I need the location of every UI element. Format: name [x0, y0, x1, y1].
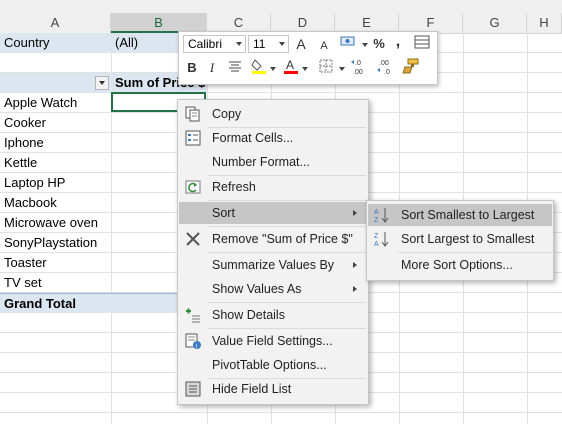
row-labels-filter-button[interactable]: [95, 76, 109, 90]
menu-item-pivottable-options[interactable]: PivotTable Options...: [179, 354, 367, 376]
column-header-a[interactable]: A: [0, 13, 111, 33]
sort-ascending-icon: AZ: [374, 207, 390, 224]
show-details-icon: [185, 307, 201, 323]
menu-item-sort[interactable]: Sort: [179, 202, 367, 224]
italic-icon[interactable]: I: [206, 59, 218, 77]
column-header-bar: A B C D E F G H: [0, 0, 562, 34]
column-header-h[interactable]: H: [527, 13, 562, 33]
submenu-item-label: Sort Largest to Smallest: [401, 232, 535, 246]
align-center-icon[interactable]: [227, 59, 243, 77]
comma-style-icon[interactable]: ,: [393, 33, 403, 51]
value-field-settings-icon: i: [185, 333, 201, 350]
menu-item-sort-largest-to-smallest[interactable]: ZA Sort Largest to Smallest: [368, 228, 552, 250]
decrease-decimal-icon[interactable]: .00.0: [375, 58, 397, 76]
menu-item-label: Value Field Settings...: [212, 334, 333, 348]
svg-text:.0: .0: [355, 60, 361, 67]
menu-item-label: Format Cells...: [212, 131, 294, 145]
pivot-row-label[interactable]: Iphone: [4, 133, 110, 153]
format-cells-icon: [185, 130, 201, 146]
submenu-arrow-icon: [353, 286, 357, 292]
font-size-box[interactable]: 11: [248, 35, 289, 53]
pivot-row-label[interactable]: Apple Watch: [4, 93, 110, 113]
sort-descending-icon: ZA: [374, 231, 390, 248]
submenu-arrow-icon: [353, 210, 357, 216]
svg-text:A: A: [374, 209, 379, 216]
menu-item-more-sort-options[interactable]: More Sort Options...: [368, 254, 552, 276]
borders-icon[interactable]: [318, 59, 334, 77]
menu-item-label: Show Details: [212, 308, 285, 322]
menu-item-remove[interactable]: Remove "Sum of Price $": [179, 228, 367, 250]
column-header-b[interactable]: B: [111, 13, 207, 33]
menu-item-summarize-values-by[interactable]: Summarize Values By: [179, 254, 367, 276]
menu-item-label: Remove "Sum of Price $": [212, 232, 353, 246]
svg-text:.0: .0: [384, 69, 390, 76]
menu-item-show-details[interactable]: Show Details: [179, 304, 367, 326]
field-list-icon: [185, 381, 201, 397]
format-painter-table-icon[interactable]: [413, 35, 431, 53]
pivot-filter-label: Country: [0, 33, 111, 53]
menu-item-value-field-settings[interactable]: i Value Field Settings...: [179, 330, 367, 352]
grand-total-label[interactable]: Grand Total: [0, 293, 111, 313]
menu-item-label: Number Format...: [212, 155, 310, 169]
svg-text:.00: .00: [353, 69, 363, 76]
pivot-row-label[interactable]: Toaster: [4, 253, 110, 273]
svg-text:A: A: [286, 58, 294, 72]
shrink-font-icon[interactable]: A: [318, 37, 330, 55]
svg-text:.00: .00: [379, 60, 389, 67]
increase-decimal-icon[interactable]: .0.00: [349, 58, 371, 76]
grow-font-icon[interactable]: A: [294, 35, 308, 53]
column-header-c[interactable]: C: [207, 13, 271, 33]
format-painter-icon[interactable]: [401, 58, 421, 76]
copy-icon: [185, 106, 201, 122]
svg-text:Z: Z: [374, 217, 379, 223]
column-header-e[interactable]: E: [335, 13, 399, 33]
menu-item-show-values-as[interactable]: Show Values As: [179, 278, 367, 300]
menu-item-copy[interactable]: Copy: [179, 103, 367, 125]
refresh-icon: [185, 179, 201, 195]
font-color-icon[interactable]: A: [283, 57, 299, 75]
menu-item-label: Sort: [212, 206, 235, 220]
menu-item-refresh[interactable]: Refresh: [179, 176, 367, 198]
menu-item-label: Show Values As: [212, 282, 302, 296]
submenu-arrow-icon: [353, 262, 357, 268]
menu-item-sort-smallest-to-largest[interactable]: AZ Sort Smallest to Largest: [368, 204, 552, 226]
column-header-f[interactable]: F: [399, 13, 463, 33]
fill-color-icon[interactable]: [250, 57, 268, 75]
pivot-row-label[interactable]: Kettle: [4, 153, 110, 173]
menu-item-format-cells[interactable]: Format Cells...: [179, 127, 367, 149]
menu-item-number-format[interactable]: Number Format...: [179, 151, 367, 173]
pivot-row-label[interactable]: Laptop HP: [4, 173, 110, 193]
context-menu: Copy Format Cells... Number Format... Re…: [177, 99, 369, 405]
pivot-row-label[interactable]: Cooker: [4, 113, 110, 133]
mini-toolbar: Calibri 11 A A % , B I A .0.00 .00.0: [178, 31, 438, 85]
column-header-d[interactable]: D: [271, 13, 335, 33]
font-size-value: 11: [253, 37, 266, 51]
sort-submenu: AZ Sort Smallest to Largest ZA Sort Larg…: [366, 200, 555, 281]
submenu-item-label: More Sort Options...: [401, 258, 513, 272]
font-name-box[interactable]: Calibri: [183, 35, 246, 53]
svg-text:A: A: [374, 241, 379, 247]
svg-text:Z: Z: [374, 233, 379, 240]
menu-item-label: Copy: [212, 107, 242, 121]
submenu-item-label: Sort Smallest to Largest: [401, 208, 535, 222]
pivot-row-label[interactable]: TV set: [4, 273, 110, 293]
remove-x-icon: [185, 231, 201, 247]
pivot-row-label[interactable]: Macbook: [4, 193, 110, 213]
pivot-row-label[interactable]: SonyPlaystation: [4, 233, 110, 253]
menu-item-label: Refresh: [212, 180, 256, 194]
pivot-row-label[interactable]: Microwave oven: [4, 213, 110, 233]
accounting-format-icon[interactable]: [338, 35, 360, 53]
menu-item-hide-field-list[interactable]: Hide Field List: [179, 378, 367, 400]
column-header-g[interactable]: G: [463, 13, 527, 33]
menu-item-label: Summarize Values By: [212, 258, 335, 272]
font-name-value: Calibri: [188, 37, 223, 51]
menu-item-label: Hide Field List: [212, 382, 292, 396]
percent-style-icon[interactable]: %: [372, 35, 386, 53]
menu-item-label: PivotTable Options...: [212, 358, 327, 372]
bold-icon[interactable]: B: [185, 59, 199, 77]
